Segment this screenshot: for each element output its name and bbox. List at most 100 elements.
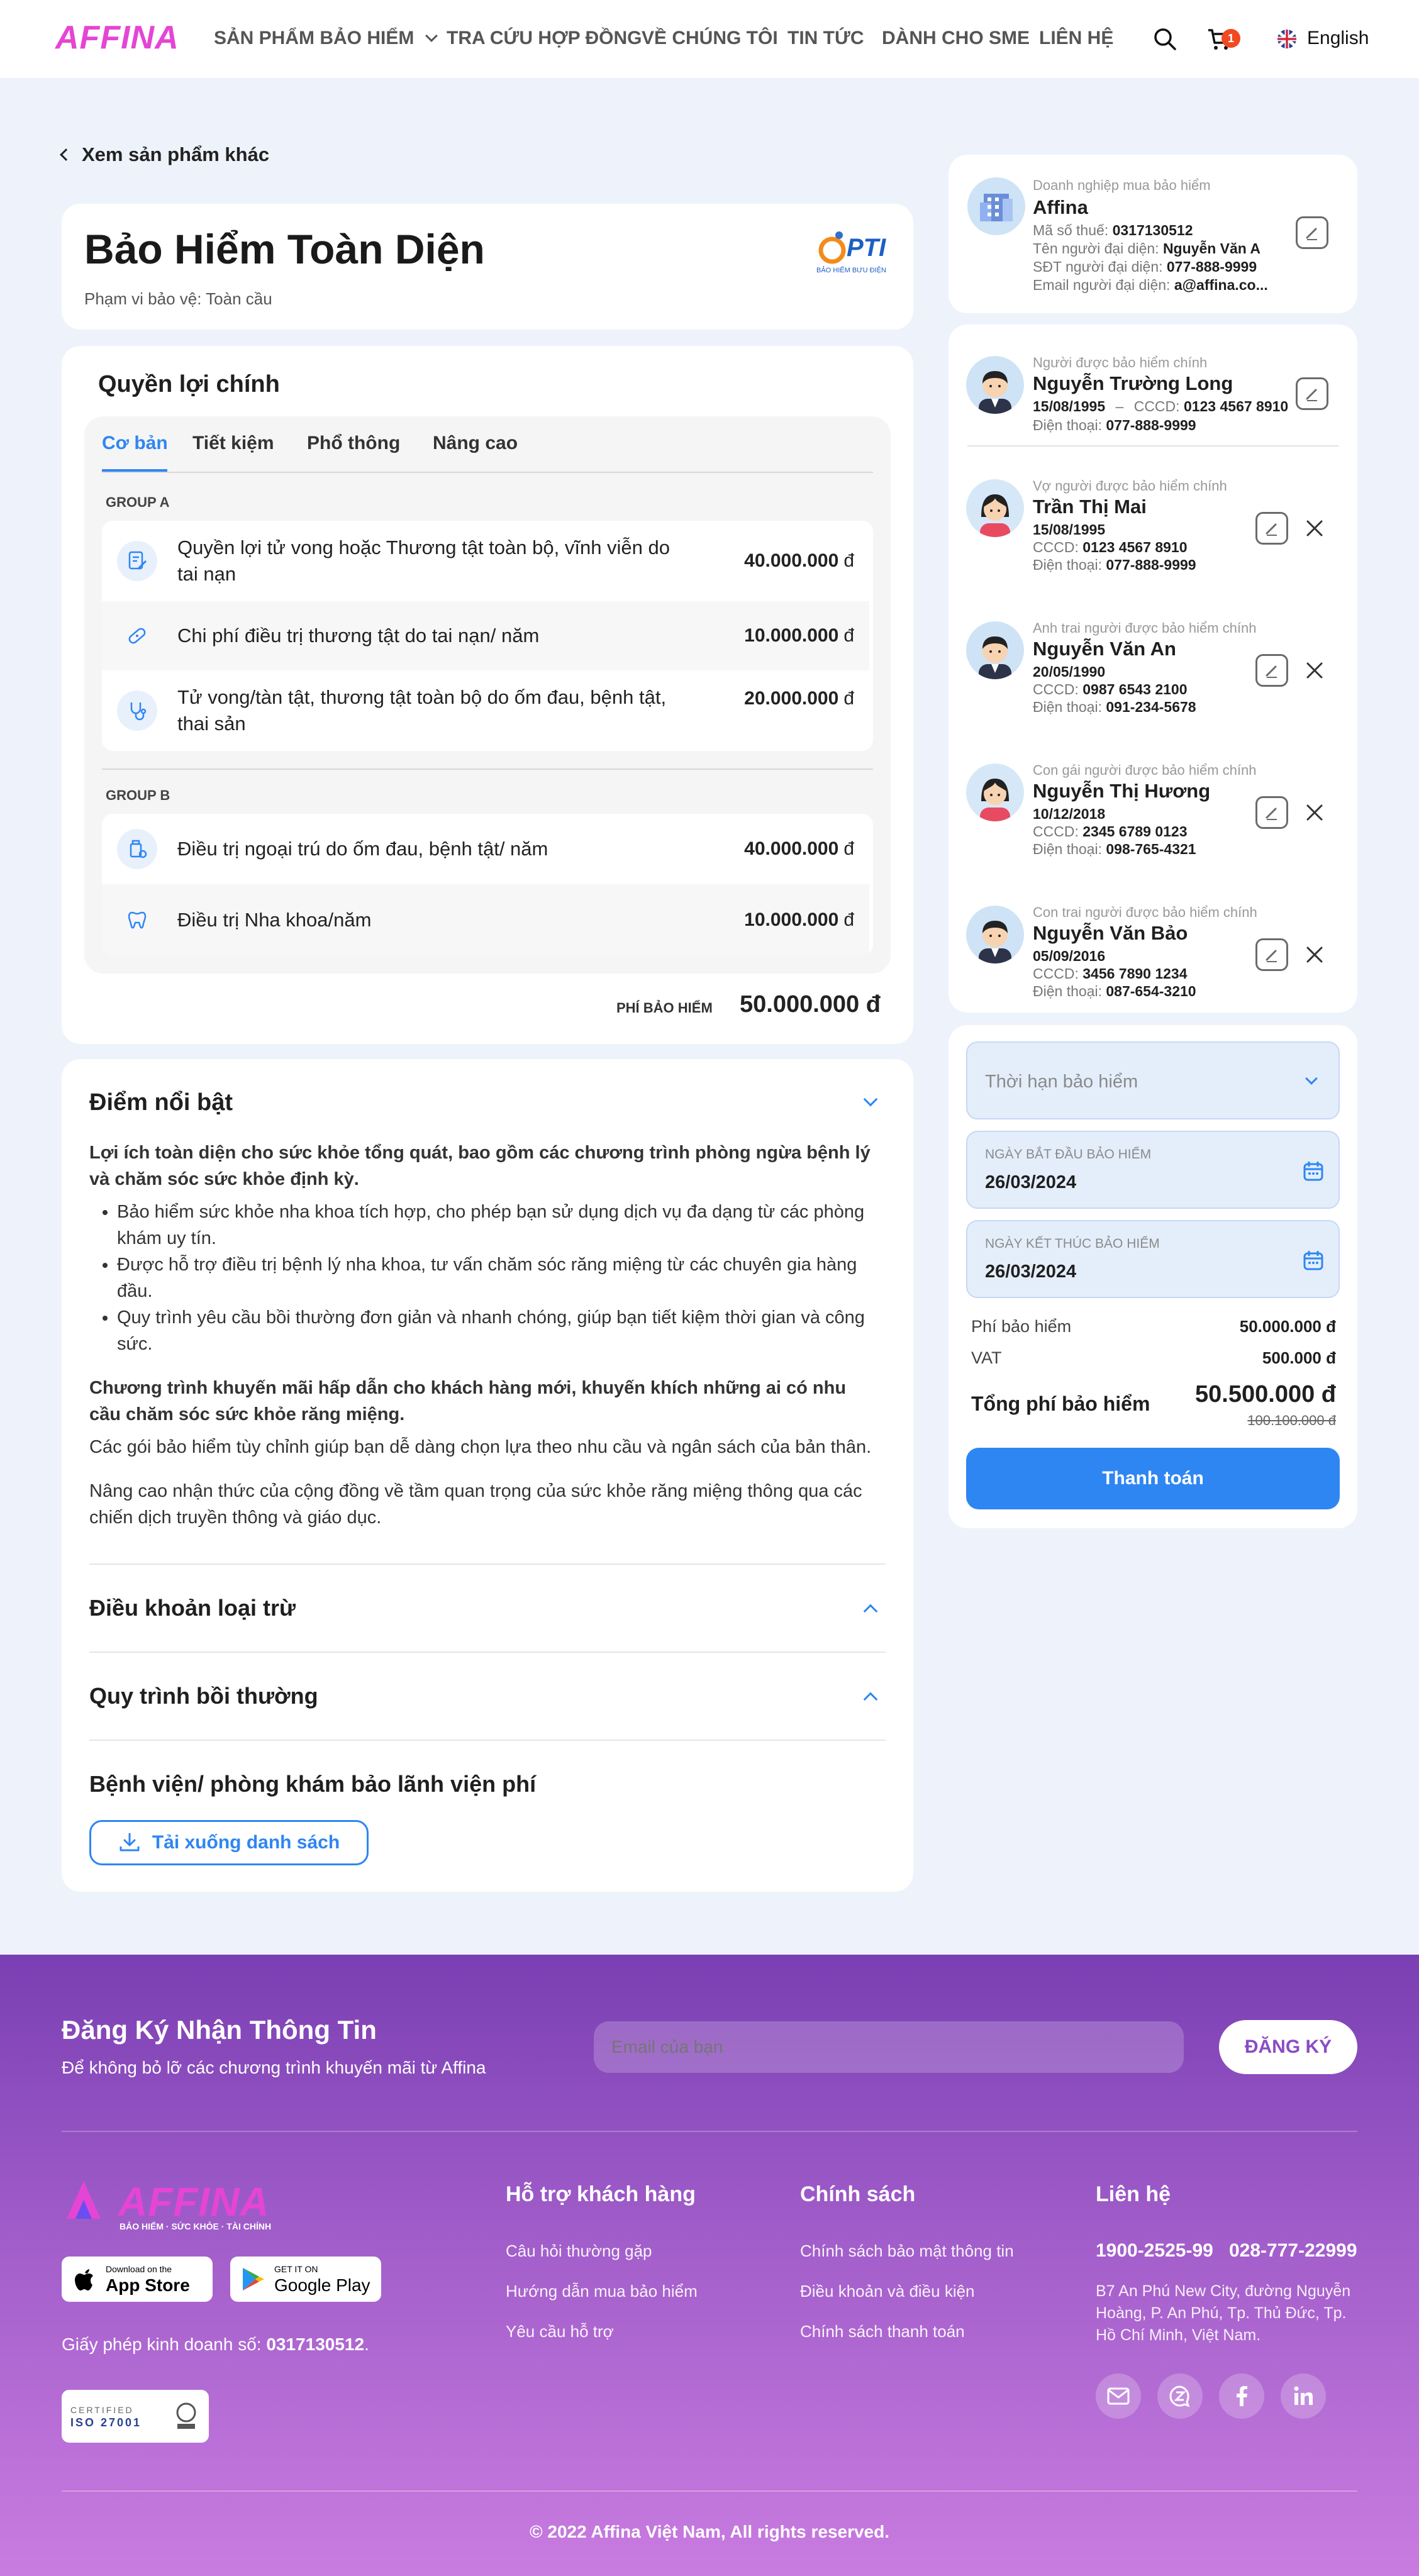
medicine-icon	[117, 829, 157, 869]
edit-insured-button[interactable]	[1255, 796, 1288, 829]
insurance-term-select[interactable]: Thời hạn bảo hiểm	[966, 1041, 1340, 1119]
footer-link-privacy[interactable]: Chính sách bảo mật thông tin	[800, 2241, 1014, 2261]
insured-dob: 15/08/1995	[1033, 398, 1106, 414]
bandage-icon	[117, 616, 157, 656]
id-label: CCCD:	[1033, 681, 1079, 697]
affina-logo[interactable]: AFFINA	[55, 19, 179, 57]
benefit-row: Chi phí điều trị thương tật do tai nạn/ …	[102, 601, 869, 670]
claims-heading[interactable]: Quy trình bồi thường	[89, 1683, 318, 1709]
avatar	[966, 479, 1024, 537]
id-label: CCCD:	[1033, 965, 1079, 982]
language-selector[interactable]: English	[1307, 28, 1369, 49]
insured-dob: 05/09/2016	[1033, 948, 1106, 964]
edit-company-button[interactable]	[1296, 216, 1328, 249]
company-card: Doanh nghiệp mua bảo hiểm Affina Mã số t…	[949, 155, 1357, 313]
nav-products-label: SẢN PHẨM BẢO HIỂM	[214, 28, 415, 48]
phone-label: Điện thoại:	[1033, 699, 1102, 715]
close-icon	[1306, 947, 1323, 963]
nav-contact[interactable]: LIÊN HỆ	[1039, 28, 1113, 49]
edit-icon	[1266, 808, 1277, 820]
download-list-button[interactable]: Tải xuống danh sách	[89, 1820, 369, 1865]
end-date-field[interactable]: NGÀY KẾT THÚC BẢO HIỂM 26/03/2024	[966, 1220, 1340, 1298]
vat-label: VAT	[971, 1348, 1002, 1367]
footer-link-payment-policy[interactable]: Chính sách thanh toán	[800, 2322, 965, 2341]
hotline-1[interactable]: 1900-2525-99	[1096, 2240, 1213, 2262]
benefit-value: 10.000.000	[744, 909, 839, 930]
footer-link-guide[interactable]: Hướng dẫn mua bảo hiểm	[506, 2282, 698, 2301]
pay-button[interactable]: Thanh toán	[966, 1448, 1340, 1509]
benefit-amount: 40.000.000 đ	[744, 550, 854, 572]
insured-phone-line: Điện thoại: 077-888-9999	[1033, 416, 1196, 435]
exclusions-heading[interactable]: Điều khoản loại trừ	[89, 1595, 296, 1621]
insured-name: Nguyễn Văn Bảo	[1033, 922, 1188, 944]
separator: –	[1115, 398, 1124, 414]
divider	[62, 2490, 1357, 2492]
tab-standard[interactable]: Phổ thông	[307, 433, 400, 454]
chevron-up-icon[interactable]	[863, 1692, 878, 1707]
facebook-social-button[interactable]	[1219, 2373, 1264, 2419]
iso-small: CERTIFIED	[70, 2405, 134, 2415]
nav-products[interactable]: SẢN PHẨM BẢO HIỂM	[214, 28, 438, 49]
tab-advanced[interactable]: Nâng cao	[433, 433, 518, 454]
edit-insured-button[interactable]	[1255, 938, 1288, 971]
benefit-value: 10.000.000	[744, 625, 839, 646]
start-date-field[interactable]: NGÀY BẮT ĐẦU BẢO HIỂM 26/03/2024	[966, 1131, 1340, 1209]
footer-link-faq[interactable]: Câu hỏi thường gặp	[506, 2241, 652, 2261]
insured-dob: 20/05/1990	[1033, 663, 1106, 680]
remove-insured-button[interactable]	[1298, 796, 1331, 829]
benefits-heading: Quyền lợi chính	[98, 371, 280, 397]
nav-news[interactable]: TIN TỨC	[787, 28, 864, 49]
hotline-2[interactable]: 028-777-22999	[1229, 2240, 1357, 2262]
edit-insured-button[interactable]	[1296, 377, 1328, 410]
remove-insured-button[interactable]	[1298, 654, 1331, 687]
tax-label: Mã số thuế:	[1033, 222, 1109, 238]
benefit-unit: đ	[843, 688, 854, 709]
insured-phone: 098-765-4321	[1106, 841, 1196, 857]
chevron-down-icon[interactable]	[863, 1092, 878, 1107]
premium-value: 50.000.000 đ	[740, 991, 881, 1018]
benefit-text: Tử vong/tàn tật, thương tật toàn bộ do ố…	[177, 686, 667, 735]
email-label: Email người đại diện:	[1033, 277, 1171, 293]
benefit-row: Điều trị ngoại trú do ốm đau, bệnh tật/ …	[102, 814, 869, 884]
newsletter-email-input[interactable]	[594, 2021, 1184, 2073]
email-social-button[interactable]	[1096, 2373, 1141, 2419]
close-icon	[1306, 520, 1323, 536]
benefit-text: Điều trị Nha khoa/năm	[177, 909, 372, 931]
remove-insured-button[interactable]	[1298, 938, 1331, 971]
insured-person: Con gái người được bảo hiểm chính Nguyễn…	[949, 752, 1357, 859]
search-icon[interactable]	[1152, 26, 1177, 52]
remove-insured-button[interactable]	[1298, 512, 1331, 545]
zalo-social-button[interactable]	[1157, 2373, 1203, 2419]
edit-insured-button[interactable]	[1255, 654, 1288, 687]
back-link-label: Xem sản phẩm khác	[82, 143, 270, 165]
group-b-label: GROUP B	[106, 787, 170, 803]
newsletter-subscribe-button[interactable]: ĐĂNG KÝ	[1219, 2020, 1357, 2074]
avatar	[966, 763, 1024, 821]
benefit-text: Chi phí điều trị thương tật do tai nạn/ …	[177, 625, 540, 647]
back-link[interactable]: Xem sản phẩm khác	[60, 143, 270, 166]
chevron-up-icon[interactable]	[863, 1604, 878, 1619]
calendar-icon[interactable]	[1302, 1249, 1325, 1272]
calendar-icon[interactable]	[1302, 1160, 1325, 1182]
company-name: Affina	[1033, 196, 1088, 218]
google-play-badge[interactable]: GET IT ON Google Play	[230, 2257, 381, 2302]
app-store-badge[interactable]: Download on the App Store	[62, 2257, 213, 2302]
edit-insured-button[interactable]	[1255, 512, 1288, 545]
footer-link-terms[interactable]: Điều khoản và điều kiện	[800, 2282, 975, 2301]
benefit-unit: đ	[843, 550, 854, 571]
footer-link-support-request[interactable]: Yêu cầu hỗ trợ	[506, 2322, 614, 2341]
nav-about[interactable]: VỀ CHÚNG TÔI	[642, 28, 778, 49]
insured-id-line: CCCD: 2345 6789 0123	[1033, 823, 1188, 841]
tab-basic[interactable]: Cơ bản	[102, 433, 168, 454]
benefit-unit: đ	[843, 625, 854, 646]
nav-sme[interactable]: DÀNH CHO SME	[882, 28, 1030, 49]
linkedin-social-button[interactable]	[1281, 2373, 1326, 2419]
edit-icon	[1266, 523, 1277, 536]
edit-icon	[1266, 950, 1277, 962]
fee-value: 50.000.000 đ	[1239, 1317, 1336, 1336]
benefit-unit: đ	[843, 909, 854, 930]
highlights-lead: Lợi ích toàn diện cho sức khỏe tổng quát…	[89, 1143, 871, 1189]
tab-saving[interactable]: Tiết kiệm	[192, 433, 274, 454]
highlights-para-1: Các gói bảo hiểm tùy chỉnh giúp bạn dễ d…	[89, 1437, 872, 1457]
nav-contract-lookup[interactable]: TRA CỨU HỢP ĐỒNG	[447, 28, 642, 49]
